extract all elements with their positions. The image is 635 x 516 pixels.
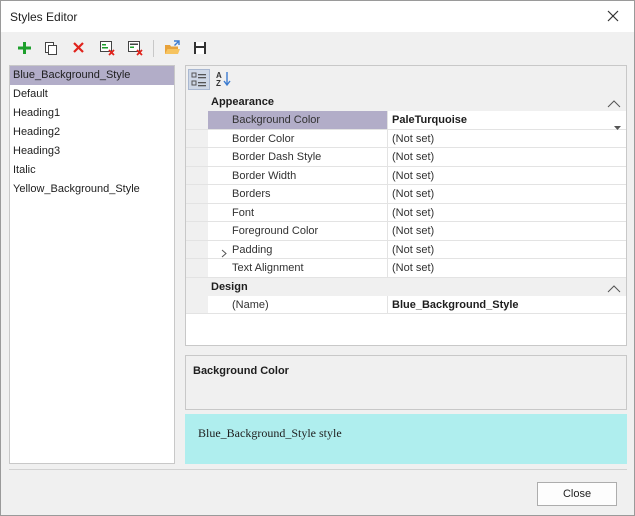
title-bar: Styles Editor [1, 1, 634, 32]
category-label: Design [211, 280, 248, 293]
close-window-icon[interactable] [601, 5, 625, 27]
description-panel: Background Color [185, 355, 627, 410]
property-name: Border Dash Style [208, 148, 388, 166]
property-row-borders[interactable]: Borders (Not set) [186, 185, 626, 204]
style-list-item[interactable]: Yellow_Background_Style [10, 180, 174, 199]
property-name: Background Color [208, 111, 388, 129]
property-name: Borders [208, 185, 388, 203]
window-title: Styles Editor [10, 10, 78, 24]
property-name: Border Color [208, 129, 388, 147]
styles-editor-window: Styles Editor Blue_Background_Style Defa… [0, 0, 635, 516]
save-icon[interactable] [190, 38, 210, 58]
property-row-border-dash-style[interactable]: Border Dash Style (Not set) [186, 148, 626, 167]
style-list-item[interactable]: Heading3 [10, 142, 174, 161]
property-name: Font [208, 203, 388, 221]
clear-all-styles-icon[interactable] [125, 38, 145, 58]
svg-text:Z: Z [216, 79, 221, 88]
property-grid: A Z Appearance Background Color PaleTurq… [185, 65, 627, 346]
category-design[interactable]: Design [186, 277, 626, 296]
sort-alphabetical-icon[interactable]: A Z [213, 69, 235, 90]
property-value[interactable]: (Not set) [389, 185, 626, 203]
style-list-item[interactable]: Default [10, 85, 174, 104]
categorized-icon[interactable] [188, 69, 210, 90]
open-folder-icon[interactable] [162, 38, 182, 58]
property-row-border-color[interactable]: Border Color (Not set) [186, 129, 626, 148]
property-name: Foreground Color [208, 222, 388, 240]
clear-style-icon[interactable] [97, 38, 117, 58]
description-title: Background Color [193, 365, 289, 377]
property-row-padding[interactable]: Padding (Not set) [186, 240, 626, 259]
add-icon[interactable] [14, 38, 34, 58]
preview-text: Blue_Background_Style style [198, 426, 342, 440]
property-value[interactable]: (Not set) [389, 259, 626, 277]
copy-icon[interactable] [41, 38, 61, 58]
toolbar-separator [153, 40, 154, 57]
property-name: (Name) [208, 295, 388, 313]
property-name: Text Alignment [208, 259, 388, 277]
property-value[interactable]: (Not set) [389, 148, 626, 166]
property-value[interactable]: (Not set) [389, 222, 626, 240]
property-name: Padding [208, 240, 388, 258]
property-value[interactable]: Blue_Background_Style [389, 296, 626, 314]
close-button[interactable]: Close [537, 482, 617, 506]
property-row-font[interactable]: Font (Not set) [186, 203, 626, 222]
property-name: Border Width [208, 166, 388, 184]
dropdown-arrow-icon[interactable] [614, 118, 621, 130]
property-value[interactable]: (Not set) [389, 204, 626, 222]
collapse-chevron-icon[interactable] [607, 97, 621, 108]
property-row-foreground-color[interactable]: Foreground Color (Not set) [186, 222, 626, 241]
property-value[interactable]: (Not set) [389, 167, 626, 185]
category-label: Appearance [211, 96, 274, 108]
style-list: Blue_Background_Style Default Heading1 H… [9, 65, 175, 464]
property-value[interactable]: (Not set) [389, 130, 626, 148]
footer-divider [9, 469, 627, 470]
style-list-item[interactable]: Blue_Background_Style [10, 66, 174, 85]
delete-icon[interactable] [69, 38, 89, 58]
style-list-item[interactable]: Heading2 [10, 123, 174, 142]
style-list-item[interactable]: Italic [10, 161, 174, 180]
property-row-text-alignment[interactable]: Text Alignment (Not set) [186, 259, 626, 278]
property-row-name[interactable]: (Name) Blue_Background_Style [186, 295, 626, 314]
property-grid-rows: Appearance Background Color PaleTurquois… [186, 93, 626, 314]
category-appearance[interactable]: Appearance [186, 93, 626, 111]
property-value[interactable]: (Not set) [389, 241, 626, 259]
style-list-item[interactable]: Heading1 [10, 104, 174, 123]
style-preview: Blue_Background_Style style [185, 414, 627, 464]
property-row-background-color[interactable]: Background Color PaleTurquoise [186, 111, 626, 130]
property-grid-toolbar: A Z [186, 66, 626, 93]
property-value-input[interactable]: PaleTurquoise [389, 111, 626, 129]
main-toolbar [1, 32, 634, 64]
collapse-chevron-icon[interactable] [607, 282, 621, 292]
property-row-border-width[interactable]: Border Width (Not set) [186, 166, 626, 185]
